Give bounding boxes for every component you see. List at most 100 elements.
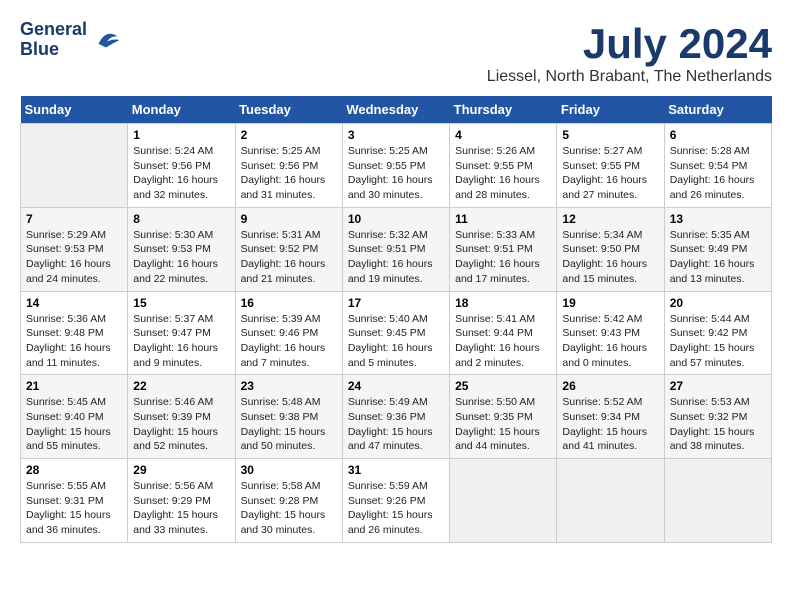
calendar-cell: 3Sunrise: 5:25 AM Sunset: 9:55 PM Daylig…: [342, 124, 449, 208]
day-info: Sunrise: 5:27 AM Sunset: 9:55 PM Dayligh…: [562, 144, 658, 203]
calendar-cell: 21 Sunrise: 5:45 AM Sunset: 9:40 PM Dayli…: [21, 375, 128, 459]
logo-bird-icon: [91, 25, 121, 55]
calendar-cell: 16 Sunrise: 5:39 AM Sunset: 9:46 PM Dayli…: [235, 291, 342, 375]
week-row-5: 28 Sunrise: 5:55 AM Sunset: 9:31 PM Dayli…: [21, 459, 772, 543]
day-info: Sunrise: 5:24 AM Sunset: 9:56 PM Dayligh…: [133, 144, 229, 203]
day-number: 16: [241, 296, 337, 310]
weekday-header-friday: Friday: [557, 96, 664, 124]
main-title: July 2024: [487, 20, 772, 68]
calendar-cell: 7 Sunrise: 5:29 AM Sunset: 9:53 PM Daylig…: [21, 207, 128, 291]
calendar-cell: 12 Sunrise: 5:34 AM Sunset: 9:50 PM Dayli…: [557, 207, 664, 291]
weekday-header-sunday: Sunday: [21, 96, 128, 124]
day-number: 17: [348, 296, 444, 310]
week-row-1: 1 Sunrise: 5:24 AM Sunset: 9:56 PM Daylig…: [21, 124, 772, 208]
calendar-cell: 26 Sunrise: 5:52 AM Sunset: 9:34 PM Dayli…: [557, 375, 664, 459]
day-number: 18: [455, 296, 551, 310]
week-row-2: 7 Sunrise: 5:29 AM Sunset: 9:53 PM Daylig…: [21, 207, 772, 291]
day-info: Sunrise: 5:39 AM Sunset: 9:46 PM Dayligh…: [241, 312, 337, 371]
calendar-cell: 22 Sunrise: 5:46 AM Sunset: 9:39 PM Dayli…: [128, 375, 235, 459]
day-info: Sunrise: 5:44 AM Sunset: 9:42 PM Dayligh…: [670, 312, 766, 371]
day-number: 4: [455, 128, 551, 142]
calendar-cell: 6 Sunrise: 5:28 AM Sunset: 9:54 PM Daylig…: [664, 124, 771, 208]
page-header: General Blue July 2024 Liessel, North Br…: [20, 20, 772, 86]
day-info: Sunrise: 5:34 AM Sunset: 9:50 PM Dayligh…: [562, 228, 658, 287]
day-info: Sunrise: 5:35 AM Sunset: 9:49 PM Dayligh…: [670, 228, 766, 287]
calendar-cell: 11Sunrise: 5:33 AM Sunset: 9:51 PM Dayli…: [450, 207, 557, 291]
calendar-cell: 14 Sunrise: 5:36 AM Sunset: 9:48 PM Dayli…: [21, 291, 128, 375]
calendar-cell: 1 Sunrise: 5:24 AM Sunset: 9:56 PM Daylig…: [128, 124, 235, 208]
calendar-cell: 8 Sunrise: 5:30 AM Sunset: 9:53 PM Daylig…: [128, 207, 235, 291]
calendar-cell: [664, 459, 771, 543]
calendar-cell: 5 Sunrise: 5:27 AM Sunset: 9:55 PM Daylig…: [557, 124, 664, 208]
day-number: 5: [562, 128, 658, 142]
calendar-cell: 10 Sunrise: 5:32 AM Sunset: 9:51 PM Dayli…: [342, 207, 449, 291]
day-info: Sunrise: 5:41 AM Sunset: 9:44 PM Dayligh…: [455, 312, 551, 371]
day-number: 11: [455, 212, 551, 226]
calendar-cell: [450, 459, 557, 543]
calendar-cell: 31Sunrise: 5:59 AM Sunset: 9:26 PM Dayli…: [342, 459, 449, 543]
calendar-cell: 17Sunrise: 5:40 AM Sunset: 9:45 PM Dayli…: [342, 291, 449, 375]
day-number: 1: [133, 128, 229, 142]
calendar-cell: 15Sunrise: 5:37 AM Sunset: 9:47 PM Dayli…: [128, 291, 235, 375]
calendar-cell: 28 Sunrise: 5:55 AM Sunset: 9:31 PM Dayli…: [21, 459, 128, 543]
day-info: Sunrise: 5:36 AM Sunset: 9:48 PM Dayligh…: [26, 312, 122, 371]
logo-text-line2: Blue: [20, 40, 87, 60]
day-number: 26: [562, 379, 658, 393]
day-number: 13: [670, 212, 766, 226]
day-number: 22: [133, 379, 229, 393]
day-info: Sunrise: 5:53 AM Sunset: 9:32 PM Dayligh…: [670, 395, 766, 454]
calendar-cell: 18 Sunrise: 5:41 AM Sunset: 9:44 PM Dayli…: [450, 291, 557, 375]
day-info: Sunrise: 5:46 AM Sunset: 9:39 PM Dayligh…: [133, 395, 229, 454]
day-info: Sunrise: 5:45 AM Sunset: 9:40 PM Dayligh…: [26, 395, 122, 454]
day-info: Sunrise: 5:50 AM Sunset: 9:35 PM Dayligh…: [455, 395, 551, 454]
day-number: 23: [241, 379, 337, 393]
day-info: Sunrise: 5:31 AM Sunset: 9:52 PM Dayligh…: [241, 228, 337, 287]
day-number: 25: [455, 379, 551, 393]
day-number: 21: [26, 379, 122, 393]
calendar-cell: 24Sunrise: 5:49 AM Sunset: 9:36 PM Dayli…: [342, 375, 449, 459]
day-number: 8: [133, 212, 229, 226]
day-info: Sunrise: 5:30 AM Sunset: 9:53 PM Dayligh…: [133, 228, 229, 287]
calendar-table: SundayMondayTuesdayWednesdayThursdayFrid…: [20, 96, 772, 543]
day-number: 28: [26, 463, 122, 477]
weekday-header-monday: Monday: [128, 96, 235, 124]
weekday-header-row: SundayMondayTuesdayWednesdayThursdayFrid…: [21, 96, 772, 124]
calendar-cell: 25 Sunrise: 5:50 AM Sunset: 9:35 PM Dayli…: [450, 375, 557, 459]
day-info: Sunrise: 5:48 AM Sunset: 9:38 PM Dayligh…: [241, 395, 337, 454]
day-info: Sunrise: 5:26 AM Sunset: 9:55 PM Dayligh…: [455, 144, 551, 203]
day-info: Sunrise: 5:42 AM Sunset: 9:43 PM Dayligh…: [562, 312, 658, 371]
calendar-cell: 27Sunrise: 5:53 AM Sunset: 9:32 PM Dayli…: [664, 375, 771, 459]
day-number: 14: [26, 296, 122, 310]
day-info: Sunrise: 5:25 AM Sunset: 9:55 PM Dayligh…: [348, 144, 444, 203]
calendar-cell: 23 Sunrise: 5:48 AM Sunset: 9:38 PM Dayli…: [235, 375, 342, 459]
day-number: 2: [241, 128, 337, 142]
logo-text-line1: General: [20, 20, 87, 40]
calendar-cell: 9 Sunrise: 5:31 AM Sunset: 9:52 PM Daylig…: [235, 207, 342, 291]
day-number: 7: [26, 212, 122, 226]
calendar-cell: 20Sunrise: 5:44 AM Sunset: 9:42 PM Dayli…: [664, 291, 771, 375]
title-block: July 2024 Liessel, North Brabant, The Ne…: [487, 20, 772, 86]
day-info: Sunrise: 5:58 AM Sunset: 9:28 PM Dayligh…: [241, 479, 337, 538]
day-info: Sunrise: 5:52 AM Sunset: 9:34 PM Dayligh…: [562, 395, 658, 454]
calendar-cell: [21, 124, 128, 208]
calendar-cell: 2Sunrise: 5:25 AM Sunset: 9:56 PM Daylig…: [235, 124, 342, 208]
weekday-header-saturday: Saturday: [664, 96, 771, 124]
day-info: Sunrise: 5:28 AM Sunset: 9:54 PM Dayligh…: [670, 144, 766, 203]
day-number: 9: [241, 212, 337, 226]
day-number: 6: [670, 128, 766, 142]
calendar-cell: 30Sunrise: 5:58 AM Sunset: 9:28 PM Dayli…: [235, 459, 342, 543]
day-info: Sunrise: 5:49 AM Sunset: 9:36 PM Dayligh…: [348, 395, 444, 454]
day-info: Sunrise: 5:55 AM Sunset: 9:31 PM Dayligh…: [26, 479, 122, 538]
day-info: Sunrise: 5:29 AM Sunset: 9:53 PM Dayligh…: [26, 228, 122, 287]
day-info: Sunrise: 5:32 AM Sunset: 9:51 PM Dayligh…: [348, 228, 444, 287]
day-number: 10: [348, 212, 444, 226]
calendar-cell: 19Sunrise: 5:42 AM Sunset: 9:43 PM Dayli…: [557, 291, 664, 375]
day-number: 15: [133, 296, 229, 310]
day-number: 12: [562, 212, 658, 226]
day-number: 29: [133, 463, 229, 477]
day-info: Sunrise: 5:56 AM Sunset: 9:29 PM Dayligh…: [133, 479, 229, 538]
week-row-3: 14 Sunrise: 5:36 AM Sunset: 9:48 PM Dayli…: [21, 291, 772, 375]
weekday-header-wednesday: Wednesday: [342, 96, 449, 124]
logo: General Blue: [20, 20, 121, 60]
week-row-4: 21 Sunrise: 5:45 AM Sunset: 9:40 PM Dayli…: [21, 375, 772, 459]
